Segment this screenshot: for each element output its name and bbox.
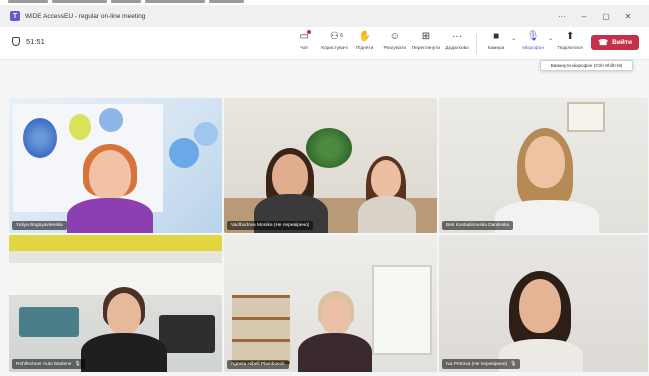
view-button[interactable]: ⊞ Переглянути	[412, 30, 440, 51]
participant-body	[358, 196, 416, 233]
mic-off-icon: 🎙	[510, 361, 517, 367]
office-furniture	[19, 307, 79, 337]
meeting-timer: 51:51	[12, 37, 45, 46]
participant-face	[371, 160, 401, 198]
react-button[interactable]: ☺ Реагувати	[382, 30, 408, 51]
participant-face	[107, 293, 141, 335]
flower-decoration	[99, 108, 123, 132]
mic-tooltip: Вимкнути мікрофон (Ctrl+Shift+M)	[540, 60, 633, 71]
hand-icon: ✋	[358, 31, 371, 42]
video-tile[interactable]: Agneta Hibell Plamboeck	[224, 235, 437, 372]
shield-icon	[12, 37, 20, 46]
camera-icon: ■	[493, 31, 500, 42]
participant-face	[519, 279, 561, 333]
picture-frame	[567, 102, 605, 132]
flower-decoration	[69, 114, 91, 140]
share-button[interactable]: ⬆ Поділитися	[557, 30, 583, 51]
chat-button[interactable]: ▭ Чат	[291, 30, 317, 51]
participant-nametag: Vaclbodova Monika (Не перевірено)	[227, 221, 314, 230]
timer-text: 51:51	[26, 37, 45, 46]
more-label: Додатково	[445, 46, 469, 51]
video-tile[interactable]: Beti Kostadinovska Daniloska	[439, 98, 648, 233]
flower-decoration	[23, 118, 57, 158]
balloon-decoration	[169, 138, 199, 168]
toolbar-divider	[476, 34, 478, 54]
minimize-icon[interactable]: –	[573, 12, 595, 21]
teams-icon: T	[10, 11, 20, 21]
camera-options-chevron-icon[interactable]: ⌄	[511, 35, 516, 42]
window-title: WiDE AccessEU - regular on-line meeting	[25, 12, 146, 20]
participant-body	[67, 198, 153, 233]
window-controls: ··· – ▢ ✕	[551, 5, 639, 27]
share-icon: ⬆	[565, 31, 575, 42]
window-more-icon[interactable]: ···	[551, 12, 573, 21]
camera-button[interactable]: ■ Камера	[483, 30, 509, 51]
participant-name: Vaclbodova Monika (Не перевірено)	[231, 223, 310, 228]
participant-name: Iva Petrova (Не перевірено)	[446, 361, 508, 367]
participant-name: Rohlfechner Auto Marlene	[16, 361, 72, 367]
office-furniture	[159, 315, 215, 353]
video-tile[interactable]: Iva Petrova (Не перевірено) 🎙	[439, 235, 648, 372]
participant-body	[81, 333, 167, 372]
participant-body	[298, 333, 372, 372]
mic-icon: 🎙	[526, 31, 540, 42]
tooltip-text: Вимкнути мікрофон (Ctrl+Shift+M)	[550, 63, 623, 68]
participant-face	[272, 154, 308, 198]
view-label: Переглянути	[411, 46, 441, 51]
participant-face	[525, 136, 565, 188]
meeting-toolbar: 51:51 ▭ Чат ⚇ 6 Користувачі ✋ Підняти ☺ Р…	[0, 27, 649, 60]
plant-decoration	[306, 128, 352, 168]
participant-face	[89, 150, 131, 200]
participant-nametag: Yuliya Bogoyavlenska	[12, 221, 67, 230]
share-label: Поділитися	[557, 46, 583, 51]
participant-nametag: Iva Petrova (Не перевірено) 🎙	[442, 359, 521, 369]
video-stage: Yuliya Bogoyavlenska Vaclbodova Monika (…	[0, 60, 649, 376]
raise-hand-label: Підняти	[355, 46, 374, 51]
participant-nametag: Beti Kostadinovska Daniloska	[442, 221, 514, 230]
mic-button[interactable]: 🎙 Мікрофон	[520, 30, 546, 51]
more-icon: ···	[452, 31, 463, 42]
participant-face	[321, 297, 351, 335]
people-icon: ⚇ 6	[329, 31, 343, 42]
participant-name: Agneta Hibell Plamboeck	[231, 362, 285, 367]
participant-name: Beti Kostadinovska Daniloska	[446, 223, 510, 228]
maximize-icon[interactable]: ▢	[595, 12, 617, 21]
window-titlebar: T WiDE AccessEU - regular on-line meetin…	[0, 5, 649, 27]
more-button[interactable]: ··· Додатково	[444, 30, 470, 51]
window-frame	[372, 265, 432, 355]
chat-icon: ▭	[299, 30, 311, 42]
ceiling-beam	[9, 235, 222, 251]
balloon-decoration	[194, 122, 218, 146]
people-button[interactable]: ⚇ 6 Користувачі	[321, 30, 347, 51]
people-count: 6	[340, 33, 343, 39]
participant-nametag: Agneta Hibell Plamboeck	[227, 360, 289, 369]
close-icon[interactable]: ✕	[617, 12, 639, 21]
mic-options-chevron-icon[interactable]: ⌄	[548, 35, 553, 42]
toolbar-actions: ▭ Чат ⚇ 6 Користувачі ✋ Підняти ☺ Реагува…	[289, 30, 639, 54]
participant-nametag: Rohlfechner Auto Marlene 🎙	[12, 359, 85, 369]
video-tile[interactable]: Vaclbodova Monika (Не перевірено)	[224, 98, 437, 233]
leave-button[interactable]: ☎ Вийти	[591, 35, 639, 50]
camera-label: Камера	[487, 46, 505, 51]
bookshelf	[232, 295, 290, 365]
leave-label: Вийти	[612, 39, 632, 46]
react-label: Реагувати	[383, 46, 406, 51]
smile-icon: ☺	[389, 31, 400, 42]
raise-hand-button[interactable]: ✋ Підняти	[352, 30, 378, 51]
video-tile[interactable]: Rohlfechner Auto Marlene 🎙	[9, 235, 222, 372]
video-tile[interactable]: Yuliya Bogoyavlenska	[9, 98, 222, 233]
mic-off-icon: 🎙	[74, 361, 81, 367]
phone-hangup-icon: ☎	[598, 38, 609, 47]
people-label: Користувачі	[321, 46, 348, 51]
participant-name: Yuliya Bogoyavlenska	[16, 223, 63, 228]
chat-label: Чат	[300, 46, 309, 51]
mic-label: Мікрофон	[522, 46, 544, 51]
grid-icon: ⊞	[421, 31, 431, 42]
